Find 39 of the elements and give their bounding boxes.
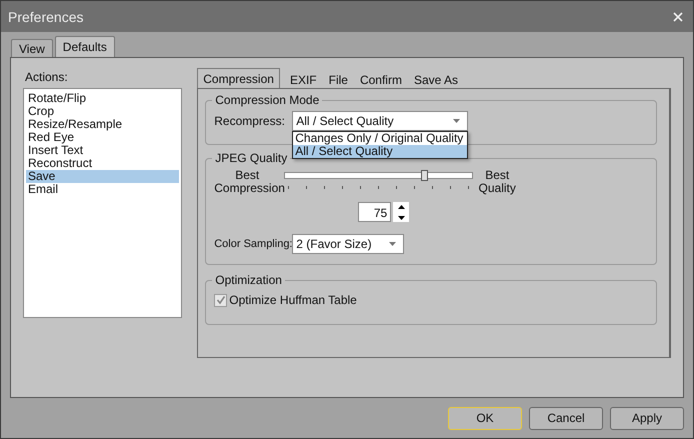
tab[interactable]: View: [11, 39, 53, 57]
quality-field[interactable]: 75: [358, 202, 392, 222]
tab[interactable]: Confirm: [354, 70, 408, 88]
sampling-dropdown[interactable]: 2 (Favor Size): [292, 234, 404, 254]
caret-icon: [389, 242, 396, 246]
tab[interactable]: File: [322, 70, 354, 88]
tab[interactable]: Save As: [408, 70, 464, 88]
list-item[interactable]: Rotate/Flip: [26, 92, 180, 105]
max-label: Best Quality: [478, 169, 517, 195]
dialog-button[interactable]: Cancel: [529, 406, 603, 430]
list-item[interactable]: Red Eye: [26, 131, 180, 144]
huffman-checkbox[interactable]: Optimize Huffman Table: [214, 293, 648, 307]
caret-icon: [453, 119, 460, 123]
slider-thumb[interactable]: [420, 170, 428, 181]
list-item[interactable]: Email: [26, 183, 180, 196]
list-item[interactable]: Crop: [26, 105, 180, 118]
spin-arrows-icon[interactable]: [393, 202, 410, 222]
group-title: Compression Mode: [214, 93, 320, 107]
list-item[interactable]: Reconstruct: [26, 157, 180, 170]
window-title: Preferences: [8, 8, 84, 24]
checkbox[interactable]: [214, 294, 228, 306]
tab[interactable]: EXIF: [284, 70, 323, 88]
close-icon[interactable]: [673, 12, 683, 22]
dialog-button[interactable]: Apply: [610, 406, 684, 430]
list-item[interactable]: Insert Text: [26, 144, 180, 157]
recompress-label: Recompress:: [214, 114, 286, 128]
quality-slider[interactable]: [284, 172, 474, 179]
recompress-dropdown[interactable]: All / Select Quality: [292, 111, 468, 131]
tab[interactable]: Defaults: [54, 36, 115, 57]
dropdown-option[interactable]: Changes Only / Original Quality: [293, 132, 468, 145]
group-title: JPEG Quality: [214, 151, 288, 165]
actions-label: Actions:: [25, 70, 69, 84]
list-item[interactable]: Resize/Resample: [26, 118, 180, 131]
sampling-label: Color Sampling:: [214, 238, 292, 250]
tab[interactable]: Compression: [197, 68, 280, 88]
dropdown-option[interactable]: All / Select Quality: [293, 145, 468, 158]
list-item[interactable]: Save: [26, 170, 180, 183]
dialog-button[interactable]: OK: [448, 406, 522, 430]
group-title: Optimization: [214, 273, 283, 287]
